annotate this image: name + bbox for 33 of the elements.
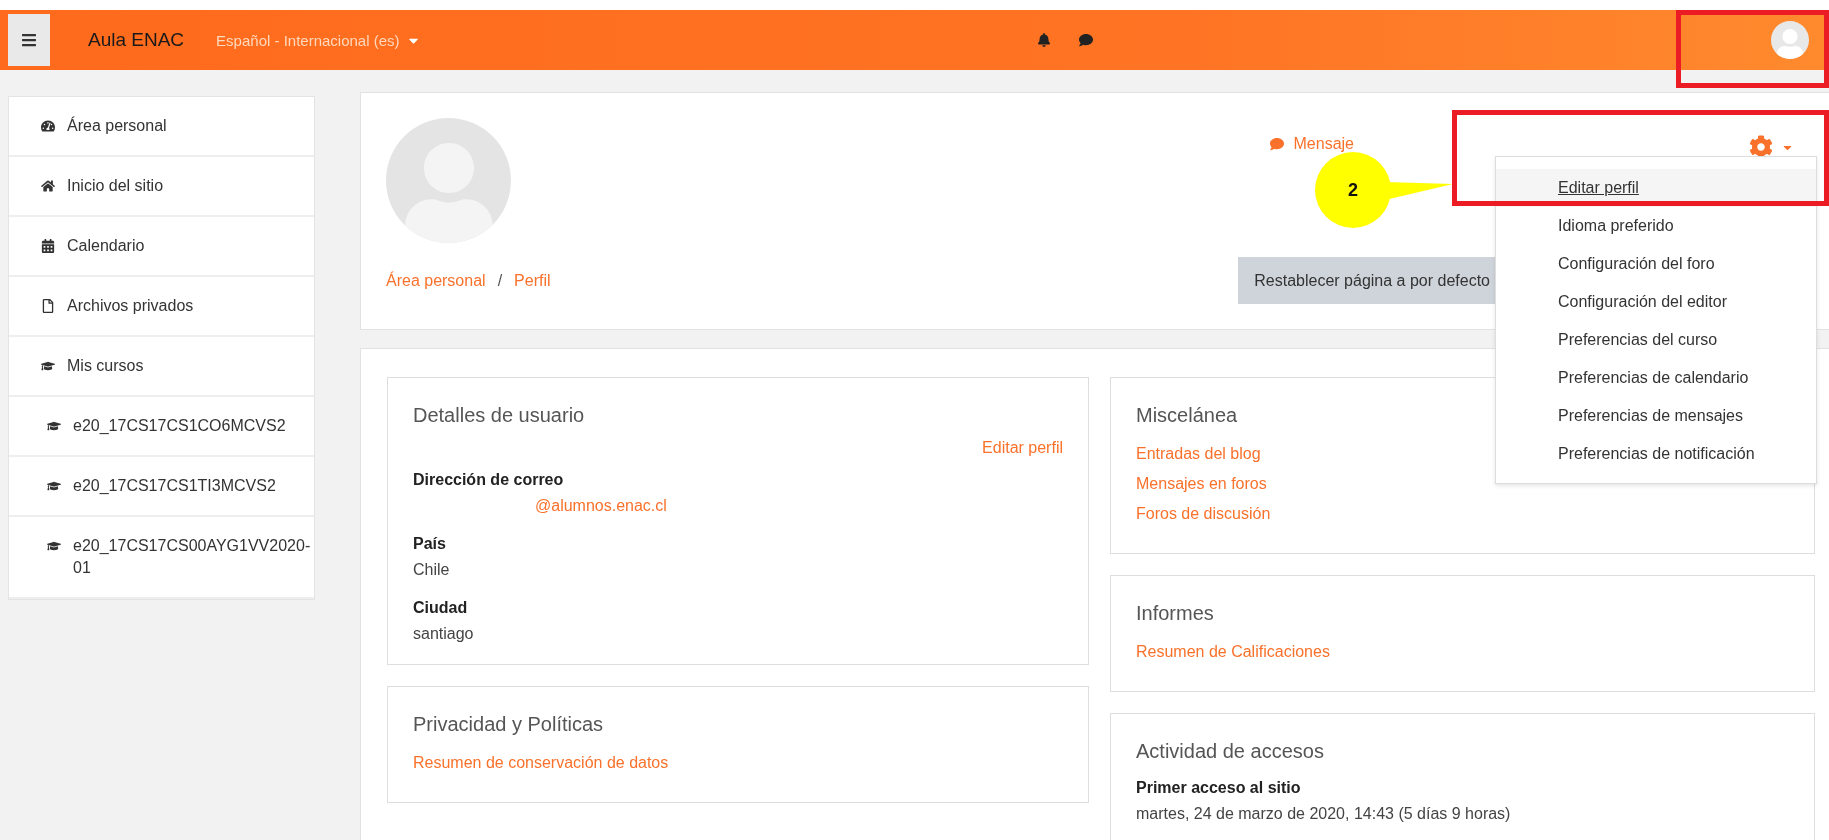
chat-icon[interactable]: [1078, 33, 1093, 47]
sidebar-item[interactable]: Archivos privados: [9, 277, 314, 337]
menu-icon: [21, 32, 37, 48]
sidebar-item[interactable]: e20_17CS17CS1TI3MCVS2: [9, 457, 314, 517]
field-label: Dirección de correo: [413, 471, 564, 489]
menu-button[interactable]: [8, 14, 50, 66]
sidebar-item[interactable]: e20_17CS17CS00AYG1VV2020-01: [9, 517, 314, 599]
card-title: Detalles de usuario: [413, 404, 585, 427]
site-name[interactable]: Aula ENAC: [88, 29, 185, 51]
bell-icon[interactable]: [1036, 33, 1051, 47]
card-title: Actividad de accesos: [1136, 740, 1324, 763]
sidebar-item[interactable]: Inicio del sitio: [9, 157, 314, 217]
menu-item[interactable]: Preferencias de calendario: [1496, 359, 1816, 397]
breadcrumb-separator: /: [497, 271, 503, 290]
card-title: Privacidad y Políticas: [413, 713, 604, 736]
menu-item[interactable]: Preferencias de mensajes: [1496, 397, 1816, 435]
field-label: Primer acceso al sitio: [1136, 779, 1301, 797]
field-label: Ciudad: [413, 599, 468, 617]
field-value: santiago: [413, 625, 474, 643]
sidebar-item[interactable]: e20_17CS17CS1CO6MCVS2: [9, 397, 314, 457]
card-title: Miscelánea: [1136, 404, 1238, 427]
field-value: martes, 24 de marzo de 2020, 14:43 (5 días 9 horas): [1136, 805, 1511, 823]
menu-item[interactable]: Idioma preferido: [1496, 207, 1816, 245]
menu-item[interactable]: Preferencias del curso: [1496, 321, 1816, 359]
sidebar-item[interactable]: Mis cursos: [9, 337, 314, 397]
speech-bubble-icon: [1269, 137, 1284, 151]
settings-button[interactable]: [1749, 135, 1794, 159]
field-label: País: [413, 535, 446, 553]
card-title: Informes: [1136, 602, 1214, 625]
sidebar-item[interactable]: Calendario: [9, 217, 314, 277]
field-value: Chile: [413, 561, 450, 579]
sidebar-item[interactable]: Área personal: [9, 97, 314, 157]
menu-item[interactable]: Preferencias de notificación: [1496, 435, 1816, 473]
